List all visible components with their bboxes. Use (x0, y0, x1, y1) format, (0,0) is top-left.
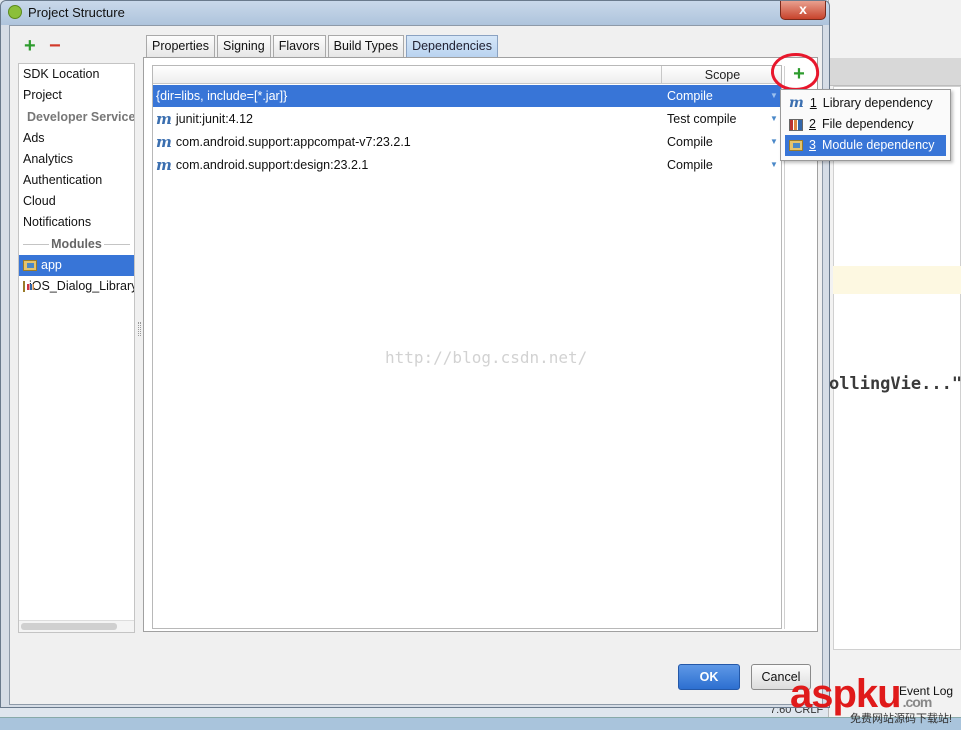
scrollbar-thumb[interactable] (21, 623, 117, 630)
module-folder-icon (789, 140, 803, 151)
maven-icon: m (156, 156, 172, 174)
menu-item-module-dependency[interactable]: 3 Module dependency (785, 135, 946, 156)
ide-editor (833, 86, 961, 650)
tab-dependencies[interactable]: Dependencies (406, 35, 498, 57)
table-row[interactable]: {dir=libs, include=[*.jar]} Compile ▼ (153, 85, 781, 107)
sidebar-item-notifications[interactable]: Notifications (19, 212, 134, 233)
sidebar-item-authentication[interactable]: Authentication (19, 170, 134, 191)
scope-value[interactable]: Compile (667, 85, 713, 107)
dependency-name: com.android.support:appcompat-v7:23.2.1 (175, 135, 411, 149)
blog-watermark: http://blog.csdn.net/ (385, 348, 588, 367)
site-watermark-subtitle: 免费网站源码下载站! (850, 713, 953, 725)
os-taskbar (0, 717, 961, 730)
menu-item-library-dependency[interactable]: m 1 Library dependency (781, 93, 950, 114)
sidebar-item-sdk-location[interactable]: SDK Location (19, 64, 134, 85)
sidebar-item-module-app[interactable]: app (19, 255, 134, 276)
close-button[interactable]: x (780, 1, 826, 20)
scope-dropdown-icon[interactable]: ▼ (770, 131, 778, 153)
menu-item-number: 2 (809, 117, 816, 131)
window-title: Project Structure (28, 5, 125, 20)
maven-icon: m (789, 95, 804, 111)
menu-item-number: 1 (809, 96, 817, 110)
modules-header: Modules (19, 233, 134, 255)
tab-strip: Properties Signing Flavors Build Types D… (146, 35, 500, 57)
tab-flavors[interactable]: Flavors (272, 35, 326, 57)
android-studio-icon (8, 5, 22, 19)
developer-services-header: Developer Services (27, 110, 135, 124)
scope-dropdown-icon[interactable]: ▼ (770, 154, 778, 176)
ide-editor-tabs (829, 58, 961, 86)
ide-code-fragment: ollingVie..." (829, 374, 961, 394)
ok-button[interactable]: OK (678, 664, 740, 690)
table-row[interactable]: m com.android.support:design:23.2.1 Compi… (153, 154, 781, 176)
ide-current-line (833, 266, 961, 294)
dependency-name: junit:junit:4.12 (175, 112, 254, 126)
table-row[interactable]: m junit:junit:4.12 Test compile ▼ (153, 108, 781, 130)
title-bar: Project Structure x (1, 1, 829, 25)
tab-signing[interactable]: Signing (216, 35, 271, 57)
dependencies-panel: Scope {dir=libs, include=[*.jar]} Compil… (143, 57, 818, 632)
dependency-name: com.android.support:design:23.2.1 (175, 158, 369, 172)
scope-value[interactable]: Test compile (667, 108, 736, 130)
menu-item-label: Library dependency (822, 96, 933, 110)
module-label: iOS_Dialog_Library (29, 279, 135, 293)
scope-value[interactable]: Compile (667, 154, 713, 176)
horizontal-scrollbar[interactable] (19, 620, 134, 632)
project-structure-dialog: Project Structure x + − SDK Location Pro… (0, 0, 830, 708)
table-row[interactable]: m com.android.support:appcompat-v7:23.2.1… (153, 131, 781, 153)
add-module-button[interactable]: + (24, 36, 36, 56)
dialog-body: + − SDK Location Project Developer Servi… (9, 25, 823, 705)
scope-dropdown-icon[interactable]: ▼ (770, 108, 778, 130)
scope-dropdown-icon[interactable]: ▼ (770, 85, 778, 107)
sidebar-item-module-ios-dialog-library[interactable]: iOS_Dialog_Library (19, 276, 134, 297)
dependencies-table: Scope {dir=libs, include=[*.jar]} Compil… (152, 65, 782, 629)
maven-icon: m (156, 133, 172, 151)
tab-build-types[interactable]: Build Types (327, 35, 405, 57)
menu-item-label: Module dependency (821, 138, 935, 152)
tab-properties[interactable]: Properties (146, 35, 215, 57)
sidebar-item-analytics[interactable]: Analytics (19, 149, 134, 170)
sidebar-item-project[interactable]: Project (19, 85, 134, 106)
menu-item-label: File dependency (821, 117, 914, 131)
sidebar-item-cloud[interactable]: Cloud (19, 191, 134, 212)
add-dependency-button[interactable]: + (787, 63, 811, 85)
settings-list: SDK Location Project Developer Services … (18, 63, 135, 633)
menu-item-file-dependency[interactable]: 2 File dependency (781, 114, 950, 135)
menu-item-number: 3 (809, 138, 816, 152)
splitter-handle[interactable] (138, 322, 141, 336)
library-module-folder-icon (23, 281, 34, 292)
remove-module-button[interactable]: − (49, 36, 61, 56)
module-folder-icon (23, 260, 37, 271)
watermark-suffix: .com (902, 694, 933, 710)
dependency-name: {dir=libs, include=[*.jar]} (156, 89, 288, 103)
file-jar-icon (789, 118, 803, 131)
scope-column-header[interactable]: Scope (661, 66, 783, 84)
table-header: Scope (153, 66, 781, 84)
maven-icon: m (156, 110, 172, 128)
module-label: app (41, 258, 62, 272)
sidebar-item-ads[interactable]: Ads (19, 128, 134, 149)
scope-value[interactable]: Compile (667, 131, 713, 153)
add-dependency-menu: m 1 Library dependency 2 File dependency… (780, 89, 951, 161)
